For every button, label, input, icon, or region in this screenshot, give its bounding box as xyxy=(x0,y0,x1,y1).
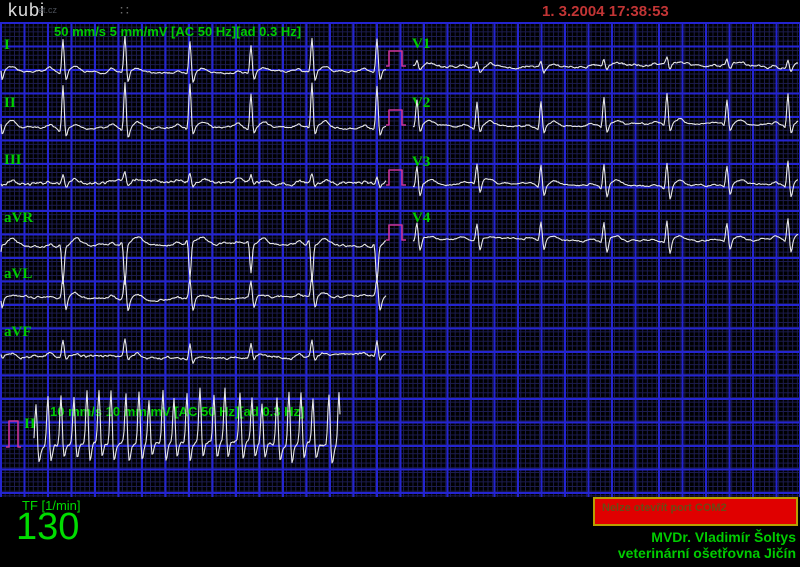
lead-label-avr: aVR xyxy=(4,211,33,226)
clinic-name: veterinární ošetřovna Jičín xyxy=(618,545,796,561)
lead-label-avl: aVL xyxy=(4,267,32,282)
ecg-app-window: kubi et.cz ∷ 1. 3.2004 17:38:53 50 mm/s … xyxy=(0,0,800,567)
lead-label-v4: V4 xyxy=(412,211,430,226)
clinic-info: MVDr. Vladimír Šoltys veterinární ošetřo… xyxy=(618,529,796,561)
com-port-error-dialog[interactable]: Nelze otevřít port COM2 xyxy=(593,497,798,526)
lead-label-ii: II xyxy=(4,96,16,111)
lead-label-v2: V2 xyxy=(412,96,430,111)
heart-rate-value: 130 xyxy=(16,506,79,549)
watermark-text: et.cz xyxy=(38,5,57,15)
lead-label-iii: III xyxy=(4,153,22,168)
title-bar: kubi et.cz ∷ 1. 3.2004 17:38:53 xyxy=(0,0,800,22)
ecg-grid xyxy=(0,22,800,497)
main-settings-text: 50 mm/s 5 mm/mV [AC 50 Hz][ad 0.3 Hz] xyxy=(54,24,301,39)
lead-label-v1: V1 xyxy=(412,37,430,52)
lead-label-avf: aVF xyxy=(4,325,32,340)
lead-label-ii-rhythm: II xyxy=(24,417,36,432)
error-message: Nelze otevřít port COM2 xyxy=(602,502,727,514)
lead-label-v3: V3 xyxy=(412,155,430,170)
datetime-display: 1. 3.2004 17:38:53 xyxy=(542,3,669,20)
rhythm-settings-text: 10 mm/s 10 mm/mV [AC 50 Hz][ad 0.3 Hz] xyxy=(50,404,304,419)
doctor-name: MVDr. Vladimír Šoltys xyxy=(618,529,796,545)
menu-dots-icon[interactable]: ∷ xyxy=(120,2,130,19)
lead-label-i: I xyxy=(4,38,10,53)
